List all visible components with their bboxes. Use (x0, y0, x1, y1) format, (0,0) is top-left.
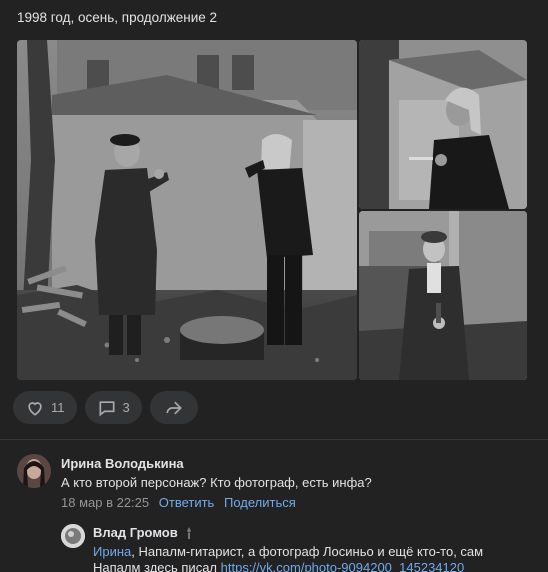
badge-icon (186, 527, 191, 539)
share-icon (166, 401, 182, 414)
comment-text: А кто второй персонаж? Кто фотограф, ест… (61, 475, 372, 490)
avatar[interactable] (17, 454, 51, 488)
top-right-photo[interactable] (359, 40, 527, 209)
avatar[interactable] (61, 524, 85, 548)
photo-gallery (17, 40, 527, 380)
reply-text: Ирина, Напалм-гитарист, а фотограф Лосин… (93, 544, 541, 572)
bottom-right-photo[interactable] (359, 211, 527, 380)
comment-date[interactable]: 18 мар в 22:25 (61, 495, 149, 510)
like-count: 11 (51, 400, 65, 415)
share-link[interactable]: Поделиться (224, 495, 296, 510)
main-photo[interactable] (17, 40, 357, 380)
post-text: 1998 год, осень, продолжение 2 (17, 10, 218, 25)
photo-link[interactable]: https://vk.com/photo-9094200_145234120 (221, 560, 465, 572)
comment-count: 3 (122, 400, 130, 415)
heart-icon (28, 401, 42, 416)
post-actions: 11 3 (13, 391, 198, 424)
reply-author[interactable]: Влад Громов (93, 525, 178, 541)
share-button[interactable] (149, 391, 198, 424)
comment-icon (99, 400, 114, 416)
reply-link[interactable]: Ответить (159, 495, 215, 510)
divider (0, 439, 548, 440)
comment-button[interactable]: 3 (84, 391, 142, 424)
mention-link[interactable]: Ирина (93, 544, 131, 559)
like-button[interactable]: 11 (13, 391, 77, 424)
comment-author[interactable]: Ирина Володькина (61, 456, 531, 472)
